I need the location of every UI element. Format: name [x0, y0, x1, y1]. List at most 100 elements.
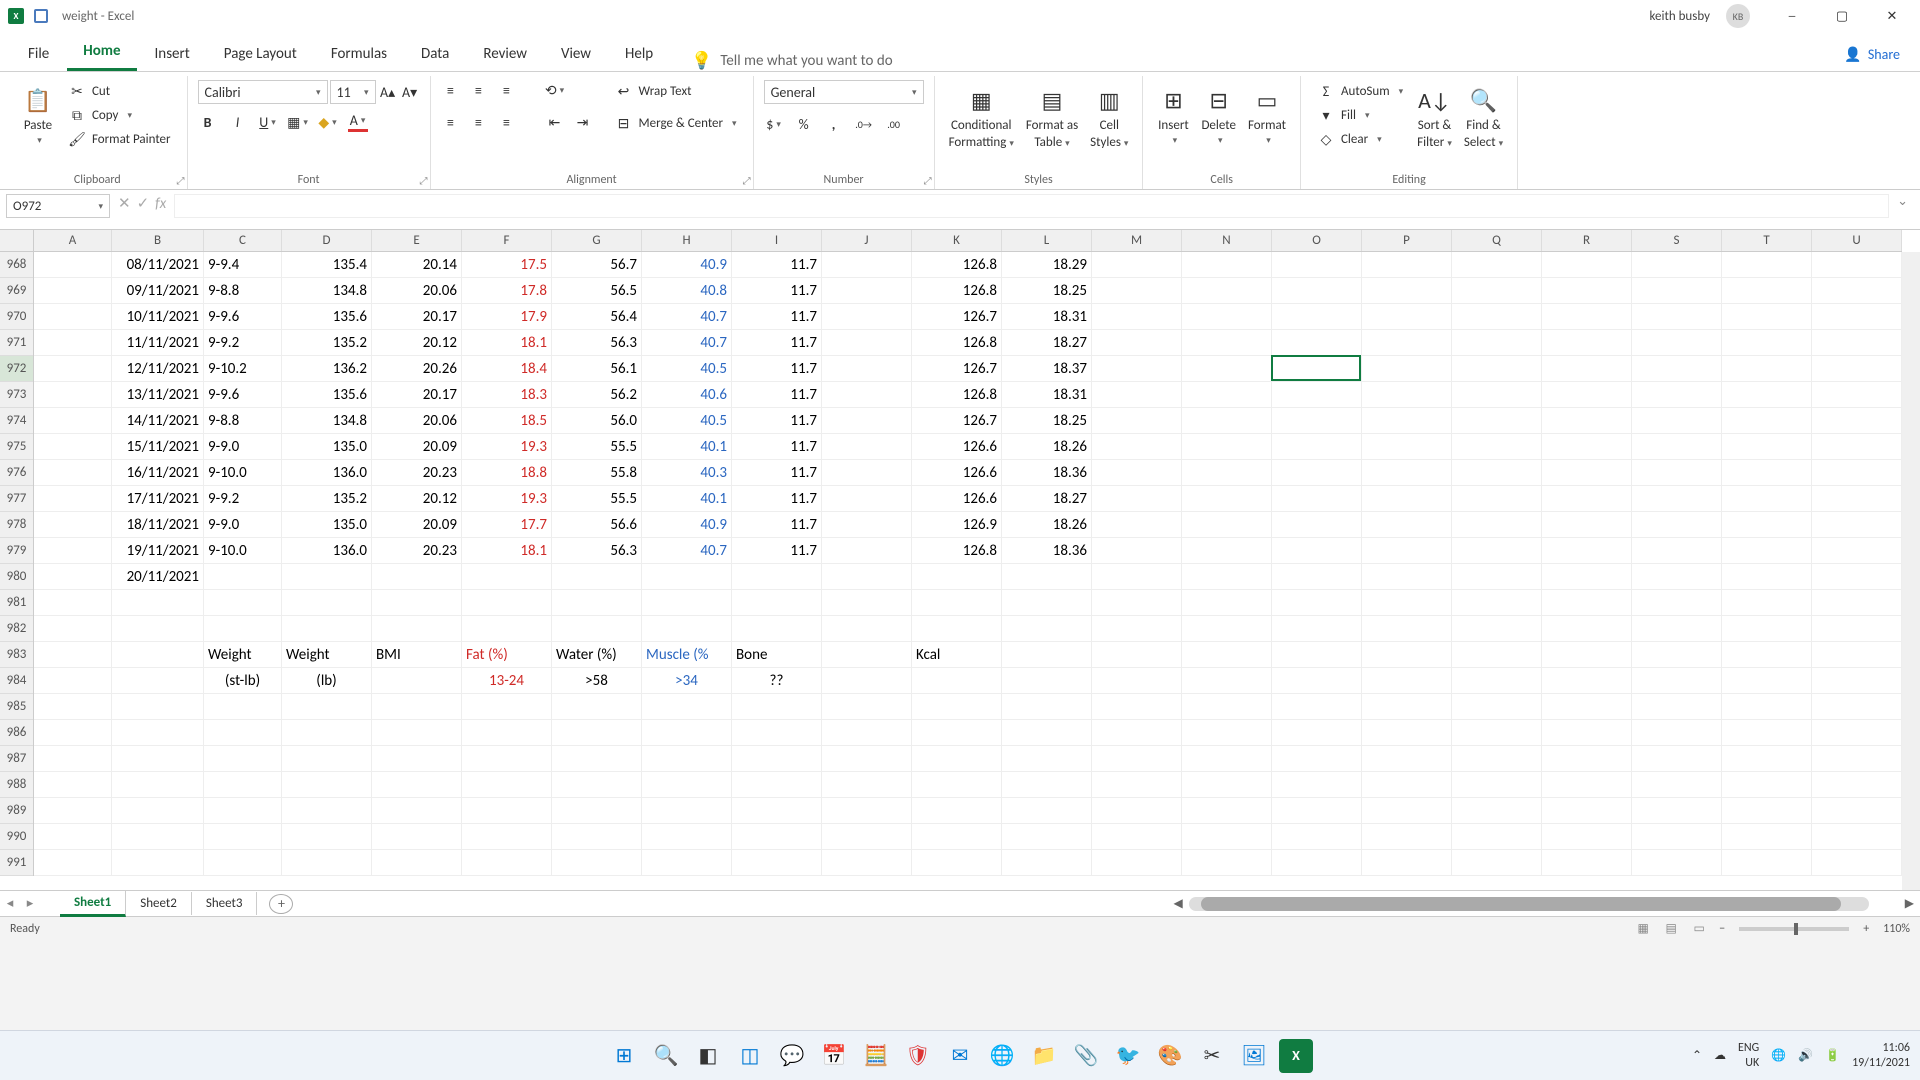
- cell[interactable]: [1812, 356, 1902, 382]
- cell[interactable]: [462, 772, 552, 798]
- sort-filter-button[interactable]: A↓Sort &Filter▾: [1413, 80, 1456, 154]
- cell[interactable]: [1632, 330, 1722, 356]
- cell[interactable]: [1002, 694, 1092, 720]
- cell[interactable]: [282, 798, 372, 824]
- cell[interactable]: [1812, 824, 1902, 850]
- cell[interactable]: [552, 746, 642, 772]
- user-avatar[interactable]: KB: [1726, 4, 1750, 28]
- cell[interactable]: 9-8.8: [204, 278, 282, 304]
- cell[interactable]: [112, 616, 204, 642]
- cell[interactable]: 40.5: [642, 356, 732, 382]
- cell[interactable]: [1272, 356, 1362, 382]
- cell[interactable]: BMI: [372, 642, 462, 668]
- cell[interactable]: [1722, 850, 1812, 876]
- cell[interactable]: [822, 460, 912, 486]
- clock[interactable]: 11:0619/11/2021: [1852, 1041, 1910, 1070]
- cell[interactable]: [34, 330, 112, 356]
- cell[interactable]: [1542, 668, 1632, 694]
- cell[interactable]: [1182, 382, 1272, 408]
- user-name[interactable]: keith busby: [1650, 9, 1710, 24]
- cell[interactable]: [1452, 746, 1542, 772]
- cell[interactable]: [34, 694, 112, 720]
- row-header[interactable]: 973: [0, 382, 33, 408]
- align-center-icon[interactable]: ≡: [469, 112, 489, 132]
- column-headers[interactable]: ABCDEFGHIJKLMNOPQRSTU: [34, 230, 1902, 252]
- cell[interactable]: [1182, 486, 1272, 512]
- select-all-button[interactable]: [0, 230, 34, 252]
- taskbar-app-4-icon[interactable]: ✂: [1195, 1039, 1229, 1073]
- cell[interactable]: [822, 278, 912, 304]
- cell[interactable]: 40.9: [642, 252, 732, 278]
- cell[interactable]: [462, 590, 552, 616]
- cell[interactable]: [1812, 798, 1902, 824]
- cell[interactable]: [1002, 564, 1092, 590]
- tab-help[interactable]: Help: [609, 37, 669, 71]
- cell[interactable]: [732, 746, 822, 772]
- cell[interactable]: [642, 616, 732, 642]
- row-header[interactable]: 969: [0, 278, 33, 304]
- cell[interactable]: 11.7: [732, 408, 822, 434]
- cell[interactable]: [282, 590, 372, 616]
- cell[interactable]: 19.3: [462, 486, 552, 512]
- cut-button[interactable]: ✂Cut: [62, 80, 177, 102]
- cell[interactable]: [1632, 564, 1722, 590]
- cell[interactable]: [34, 798, 112, 824]
- tab-home[interactable]: Home: [67, 34, 136, 71]
- cell[interactable]: [1362, 642, 1452, 668]
- tab-formulas[interactable]: Formulas: [315, 37, 403, 71]
- scroll-left-icon[interactable]: ◀: [1168, 896, 1189, 911]
- cell[interactable]: [1092, 642, 1182, 668]
- cell[interactable]: [1452, 616, 1542, 642]
- cell[interactable]: [462, 564, 552, 590]
- cell[interactable]: [282, 694, 372, 720]
- cell[interactable]: [1722, 252, 1812, 278]
- cell[interactable]: [1632, 616, 1722, 642]
- cell[interactable]: 19.3: [462, 434, 552, 460]
- delete-cells-button[interactable]: ⊟Delete▾: [1197, 80, 1240, 150]
- network-icon[interactable]: 🌐: [1771, 1048, 1786, 1063]
- cell[interactable]: [1272, 278, 1362, 304]
- column-header-Q[interactable]: Q: [1452, 230, 1542, 251]
- cell[interactable]: [1092, 616, 1182, 642]
- cell[interactable]: [822, 356, 912, 382]
- cell[interactable]: 126.8: [912, 538, 1002, 564]
- cell[interactable]: 56.2: [552, 382, 642, 408]
- row-header[interactable]: 979: [0, 538, 33, 564]
- cell[interactable]: [1362, 252, 1452, 278]
- cell[interactable]: [462, 616, 552, 642]
- expand-formula-bar-icon[interactable]: ⌄: [1897, 194, 1914, 209]
- cell[interactable]: [1182, 772, 1272, 798]
- cell[interactable]: [1272, 486, 1362, 512]
- cell[interactable]: [1452, 356, 1542, 382]
- column-header-L[interactable]: L: [1002, 230, 1092, 251]
- cell[interactable]: [34, 772, 112, 798]
- tab-data[interactable]: Data: [405, 37, 465, 71]
- cell[interactable]: [1182, 616, 1272, 642]
- cell[interactable]: [372, 590, 462, 616]
- cell[interactable]: [1362, 408, 1452, 434]
- cell[interactable]: [1272, 746, 1362, 772]
- cell[interactable]: 135.4: [282, 252, 372, 278]
- cell[interactable]: [34, 746, 112, 772]
- cell[interactable]: 40.1: [642, 486, 732, 512]
- cell[interactable]: [822, 850, 912, 876]
- cell[interactable]: 20.17: [372, 304, 462, 330]
- cell[interactable]: 40.7: [642, 538, 732, 564]
- cell[interactable]: 18.1: [462, 538, 552, 564]
- cell[interactable]: [1272, 382, 1362, 408]
- cell[interactable]: [372, 772, 462, 798]
- cell[interactable]: Muscle (%: [642, 642, 732, 668]
- cell[interactable]: >34: [642, 668, 732, 694]
- cell[interactable]: [1182, 538, 1272, 564]
- fx-icon[interactable]: fx: [155, 195, 166, 213]
- cell[interactable]: [1092, 772, 1182, 798]
- cell[interactable]: 13-24: [462, 668, 552, 694]
- cell[interactable]: [1092, 564, 1182, 590]
- cell[interactable]: [1542, 304, 1632, 330]
- cell[interactable]: [1812, 278, 1902, 304]
- cell[interactable]: [1722, 304, 1812, 330]
- cell[interactable]: [552, 772, 642, 798]
- row-header[interactable]: 984: [0, 668, 33, 694]
- cell[interactable]: 19/11/2021: [112, 538, 204, 564]
- cell[interactable]: [112, 668, 204, 694]
